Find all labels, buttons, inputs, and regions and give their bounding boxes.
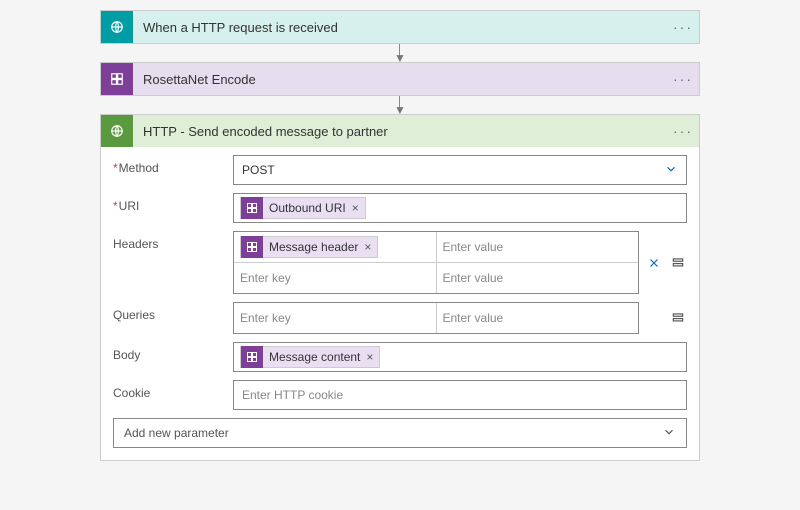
step-title: HTTP - Send encoded message to partner xyxy=(133,124,667,139)
cookie-label: Cookie xyxy=(113,380,233,400)
header-key-token[interactable]: Message header × xyxy=(240,236,378,258)
body-token[interactable]: Message content × xyxy=(240,346,380,368)
header-row-delete-button[interactable] xyxy=(645,254,663,272)
rosettanet-icon xyxy=(241,197,263,219)
http-request-icon xyxy=(101,11,133,43)
headers-label: Headers xyxy=(113,231,233,251)
step-http-action: HTTP - Send encoded message to partner ·… xyxy=(100,114,700,461)
uri-input[interactable]: Outbound URI × xyxy=(233,193,687,223)
table-row: Enter key Enter value xyxy=(234,262,638,293)
rosettanet-icon xyxy=(241,236,263,258)
queries-label: Queries xyxy=(113,302,233,322)
token-label: Message header xyxy=(263,240,364,254)
token-label: Outbound URI xyxy=(263,201,352,215)
step-menu-button[interactable]: ··· xyxy=(667,11,699,43)
switch-to-text-mode-button[interactable] xyxy=(669,254,687,272)
method-value: POST xyxy=(242,163,275,177)
flow-canvas: When a HTTP request is received ··· ▼ Ro… xyxy=(0,0,800,471)
ellipsis-icon: ··· xyxy=(673,19,693,35)
query-key-cell[interactable]: Enter key xyxy=(234,303,436,333)
table-row: Enter key Enter value xyxy=(234,303,638,333)
token-remove-icon[interactable]: × xyxy=(364,240,377,254)
header-key-cell[interactable]: Message header × xyxy=(234,232,436,262)
step-title: When a HTTP request is received xyxy=(133,20,667,35)
token-label: Message content xyxy=(263,350,366,364)
header-value-cell[interactable]: Enter value xyxy=(436,263,639,293)
table-row: Message header × Enter value xyxy=(234,232,638,262)
uri-token[interactable]: Outbound URI × xyxy=(240,197,366,219)
ellipsis-icon: ··· xyxy=(673,71,693,87)
queries-table: Enter key Enter value xyxy=(233,302,639,334)
chevron-down-icon xyxy=(664,162,678,179)
headers-table: Message header × Enter value Enter key E… xyxy=(233,231,639,294)
body-input[interactable]: Message content × xyxy=(233,342,687,372)
add-parameter-label: Add new parameter xyxy=(124,426,229,440)
method-select[interactable]: POST xyxy=(233,155,687,185)
chevron-down-icon xyxy=(662,425,676,442)
step-menu-button[interactable]: ··· xyxy=(667,63,699,95)
body-label: Body xyxy=(113,342,233,362)
token-remove-icon[interactable]: × xyxy=(352,201,365,215)
step-title: RosettaNet Encode xyxy=(133,72,667,87)
switch-to-text-mode-button[interactable] xyxy=(669,309,687,327)
rosettanet-icon xyxy=(101,63,133,95)
step-menu-button[interactable]: ··· xyxy=(667,115,699,147)
add-parameter-select[interactable]: Add new parameter xyxy=(113,418,687,448)
flow-arrow-icon: ▼ xyxy=(394,44,406,62)
flow-arrow-icon: ▼ xyxy=(394,96,406,114)
uri-label: URI xyxy=(113,193,233,213)
ellipsis-icon: ··· xyxy=(673,123,693,139)
step-http-trigger[interactable]: When a HTTP request is received ··· xyxy=(100,10,700,44)
cookie-input[interactable]: Enter HTTP cookie xyxy=(233,380,687,410)
step-rosettanet-encode[interactable]: RosettaNet Encode ··· xyxy=(100,62,700,96)
header-key-cell[interactable]: Enter key xyxy=(234,263,436,293)
http-action-icon xyxy=(101,115,133,147)
query-value-cell[interactable]: Enter value xyxy=(436,303,639,333)
token-remove-icon[interactable]: × xyxy=(366,350,379,364)
method-label: Method xyxy=(113,155,233,175)
rosettanet-icon xyxy=(241,346,263,368)
header-value-cell[interactable]: Enter value xyxy=(436,232,639,262)
